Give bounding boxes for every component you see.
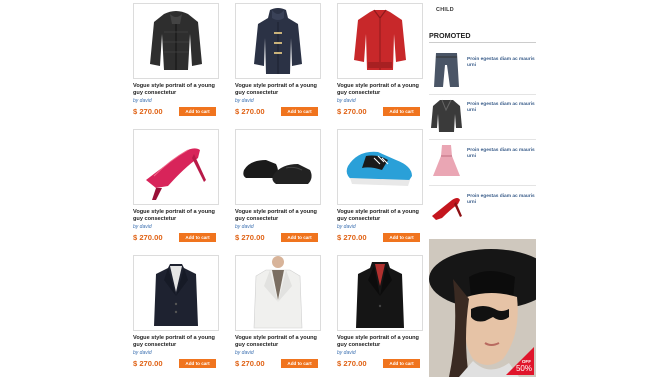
product-title[interactable]: Vogue style portrait of a young guy cons… — [235, 335, 325, 349]
product-image[interactable] — [337, 129, 423, 205]
product-title[interactable]: Vogue style portrait of a young guy cons… — [133, 83, 223, 97]
black-shoes-icon — [243, 160, 312, 184]
product-price: $ 270.00 — [133, 233, 163, 242]
add-to-cart-button[interactable]: Add to cart — [281, 107, 318, 116]
add-to-cart-button[interactable]: Add to cart — [179, 359, 216, 368]
white-blazer-icon — [253, 256, 303, 329]
product-image[interactable] — [235, 3, 321, 79]
product-author[interactable]: by david — [235, 98, 254, 104]
product-image[interactable] — [235, 255, 321, 331]
promoted-divider — [429, 42, 536, 43]
navy-coat-icon — [254, 8, 302, 74]
product-price: $ 270.00 — [133, 107, 163, 116]
discount-badge: OFF 50% — [506, 347, 534, 375]
promoted-thumb[interactable] — [430, 142, 463, 180]
promoted-item-text[interactable]: Proin egestas diam ac mauris urni — [467, 57, 535, 69]
add-to-cart-button[interactable]: Add to cart — [281, 233, 318, 242]
red-heels-icon — [146, 148, 206, 200]
product-title[interactable]: Vogue style portrait of a young guy cons… — [235, 83, 325, 97]
product-author[interactable]: by david — [337, 98, 356, 104]
product-price: $ 270.00 — [133, 359, 163, 368]
product-title[interactable]: Vogue style portrait of a young guy cons… — [235, 209, 325, 223]
add-to-cart-button[interactable]: Add to cart — [383, 359, 420, 368]
product-author[interactable]: by david — [235, 224, 254, 230]
promoted-heading: PROMOTED — [429, 31, 471, 40]
add-to-cart-button[interactable]: Add to cart — [281, 359, 318, 368]
promoted-separator — [429, 185, 536, 186]
product-price: $ 270.00 — [235, 107, 265, 116]
red-jacket-icon — [354, 9, 406, 70]
add-to-cart-button[interactable]: Add to cart — [383, 233, 420, 242]
add-to-cart-button[interactable]: Add to cart — [383, 107, 420, 116]
product-author[interactable]: by david — [337, 350, 356, 356]
product-image[interactable] — [133, 255, 219, 331]
discount-value: 50% — [515, 364, 532, 373]
category-child-link[interactable]: CHILD — [436, 7, 454, 13]
add-to-cart-button[interactable]: Add to cart — [179, 107, 216, 116]
product-title[interactable]: Vogue style portrait of a young guy cons… — [337, 209, 427, 223]
promoted-item-text[interactable]: Proin egestas diam ac mauris urni — [467, 194, 535, 206]
product-price: $ 270.00 — [337, 233, 367, 242]
product-author[interactable]: by david — [133, 98, 152, 104]
product-price: $ 270.00 — [337, 359, 367, 368]
promoted-item-text[interactable]: Proin egestas diam ac mauris urni — [467, 102, 535, 114]
product-title[interactable]: Vogue style portrait of a young guy cons… — [133, 209, 223, 223]
product-price: $ 270.00 — [235, 359, 265, 368]
product-title[interactable]: Vogue style portrait of a young guy cons… — [133, 335, 223, 349]
promoted-thumb[interactable] — [430, 51, 463, 89]
suit-icon — [356, 262, 404, 328]
product-image[interactable] — [235, 129, 321, 205]
product-title[interactable]: Vogue style portrait of a young guy cons… — [337, 335, 427, 349]
leather-jacket-icon — [431, 99, 462, 132]
sale-banner[interactable]: OFF 50% — [429, 239, 536, 377]
add-to-cart-button[interactable]: Add to cart — [179, 233, 216, 242]
product-title[interactable]: Vogue style portrait of a young guy cons… — [337, 83, 427, 97]
sneaker-icon — [346, 151, 412, 186]
red-heels-icon — [432, 198, 462, 220]
product-author[interactable]: by david — [133, 224, 152, 230]
promoted-item[interactable]: Proin egestas diam ac mauris urni — [429, 51, 536, 95]
product-price: $ 270.00 — [235, 233, 265, 242]
product-image[interactable] — [133, 129, 219, 205]
promoted-item-text[interactable]: Proin egestas diam ac mauris urni — [467, 148, 535, 160]
promoted-thumb[interactable] — [430, 188, 463, 226]
black-jacket-icon — [150, 11, 202, 70]
product-author[interactable]: by david — [235, 350, 254, 356]
blazer-icon — [154, 264, 198, 326]
promoted-separator — [429, 139, 536, 140]
promoted-item[interactable]: Proin egestas diam ac mauris urni — [429, 96, 536, 140]
promoted-item[interactable]: Proin egestas diam ac mauris urni — [429, 188, 536, 228]
product-image[interactable] — [337, 3, 423, 79]
promoted-thumb[interactable] — [430, 96, 463, 134]
product-author[interactable]: by david — [133, 350, 152, 356]
promoted-separator — [429, 94, 536, 95]
product-image[interactable] — [133, 3, 219, 79]
product-price: $ 270.00 — [337, 107, 367, 116]
pink-dress-icon — [433, 145, 460, 176]
jeans-icon — [434, 53, 459, 87]
product-image[interactable] — [337, 255, 423, 331]
product-author[interactable]: by david — [337, 224, 356, 230]
promoted-item[interactable]: Proin egestas diam ac mauris urni — [429, 142, 536, 186]
